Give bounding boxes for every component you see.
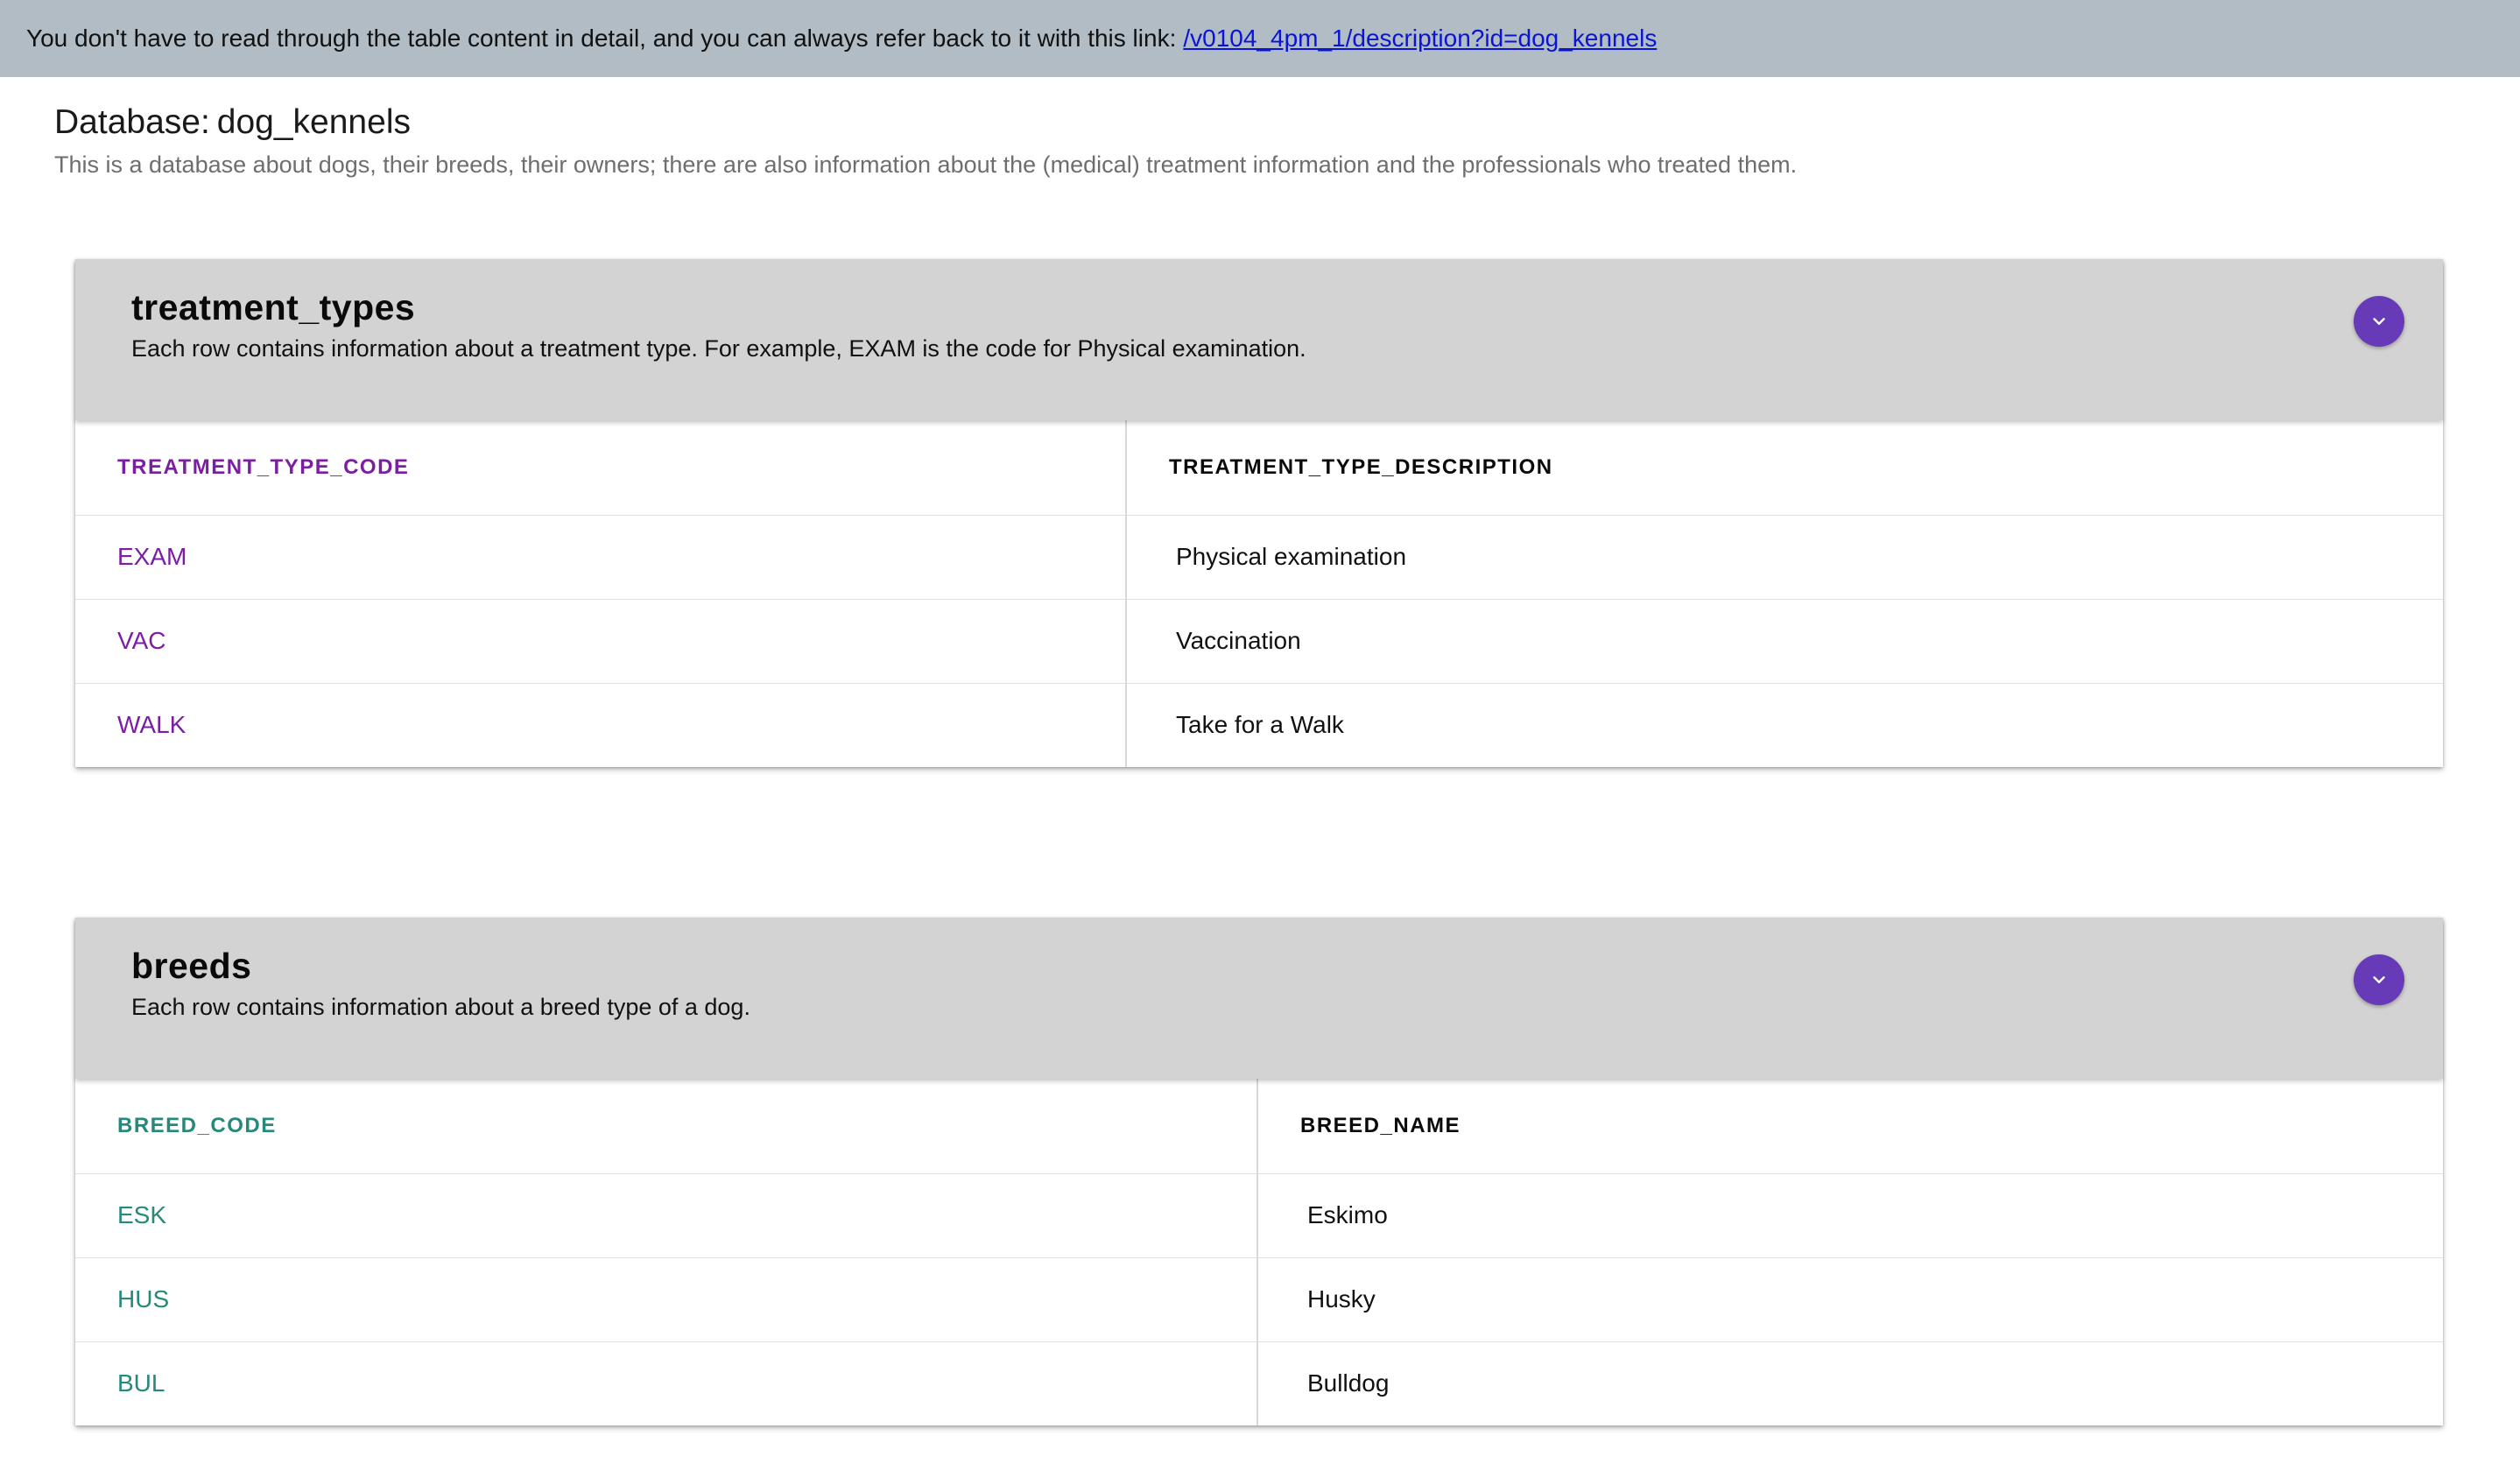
table-row: WALK Take for a Walk [75, 683, 2443, 767]
table-cell: ESK [75, 1173, 1257, 1258]
table-header-row: TREATMENT_TYPE_CODE TREATMENT_TYPE_DESCR… [75, 420, 2443, 516]
table-row: EXAM Physical examination [75, 515, 2443, 600]
table-row: BUL Bulldog [75, 1341, 2443, 1425]
expand-button[interactable] [2354, 296, 2404, 347]
notice-bar: You don't have to read through the table… [0, 0, 2520, 77]
table-description: Each row contains information about a br… [131, 994, 750, 1020]
table-name: breeds [131, 946, 252, 986]
notice-text: You don't have to read through the table… [26, 25, 1177, 52]
description-link[interactable]: /v0104_4pm_1/description?id=dog_kennels [1183, 25, 1657, 53]
table-cell: Bulldog [1256, 1341, 2443, 1425]
database-header: Database: dog_kennels This is a database … [54, 100, 1797, 180]
table-row: VAC Vaccination [75, 599, 2443, 684]
table-row: HUS Husky [75, 1257, 2443, 1342]
database-description: This is a database about dogs, their bre… [54, 151, 1798, 178]
table-cell: Physical examination [1125, 515, 2443, 600]
table-cell: Husky [1256, 1257, 2443, 1342]
data-table: BREED_CODE BREED_NAME ESK Eskimo HUS Hus… [75, 1079, 2443, 1425]
table-card-header: treatment_types Each row contains inform… [75, 259, 2443, 420]
column-header[interactable]: BREED_NAME [1256, 1079, 2443, 1174]
page-title: Database: dog_kennels [54, 100, 1797, 145]
table-description: Each row contains information about a tr… [131, 335, 1306, 362]
table-card-treatment-types: treatment_types Each row contains inform… [75, 259, 2443, 767]
column-header[interactable]: TREATMENT_TYPE_CODE [75, 420, 1126, 516]
column-header[interactable]: BREED_CODE [75, 1079, 1257, 1174]
table-row: ESK Eskimo [75, 1173, 2443, 1258]
table-header-row: BREED_CODE BREED_NAME [75, 1079, 2443, 1174]
chevron-down-icon [2373, 318, 2385, 325]
table-card-breeds: breeds Each row contains information abo… [75, 918, 2443, 1425]
expand-button[interactable] [2354, 954, 2404, 1005]
table-cell: Take for a Walk [1125, 683, 2443, 767]
table-cell: WALK [117, 711, 187, 739]
table-cell: Eskimo [1256, 1173, 2443, 1258]
chevron-down-icon [2373, 976, 2385, 983]
database-name: dog_kennels [216, 103, 411, 141]
data-table: TREATMENT_TYPE_CODE TREATMENT_TYPE_DESCR… [75, 420, 2443, 767]
table-cell: BUL [117, 1369, 165, 1397]
table-card-header: breeds Each row contains information abo… [75, 918, 2443, 1079]
table-cell: VAC [75, 599, 1126, 684]
table-name: treatment_types [131, 287, 416, 327]
table-cell: Vaccination [1125, 599, 2443, 684]
table-cell: HUS [75, 1257, 1257, 1342]
table-cell: EXAM [75, 515, 1126, 600]
database-label: Database: [54, 103, 210, 141]
column-header[interactable]: TREATMENT_TYPE_DESCRIPTION [1125, 420, 2443, 516]
